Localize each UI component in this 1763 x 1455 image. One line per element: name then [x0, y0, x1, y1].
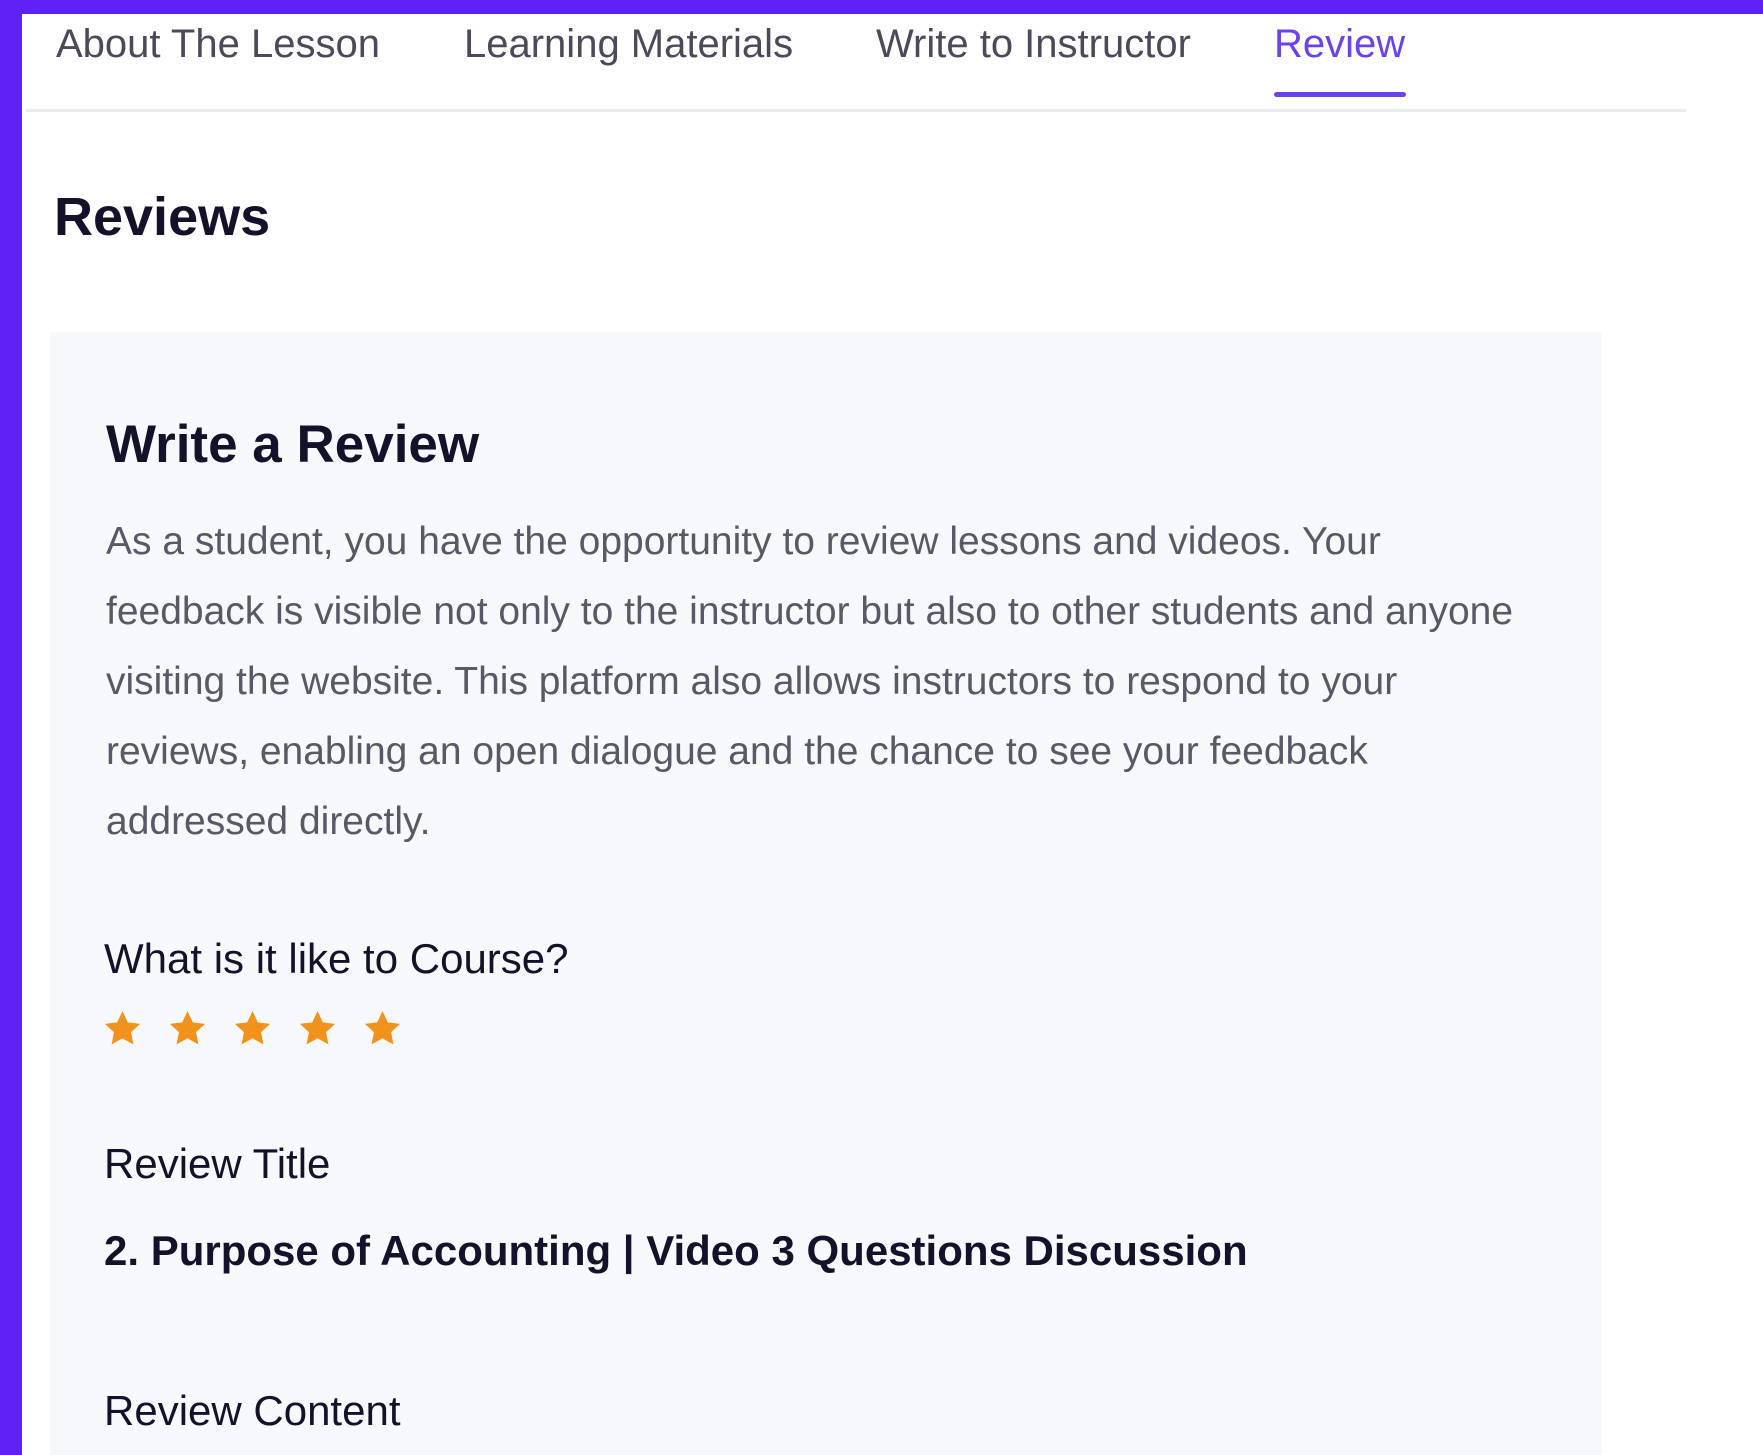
app-frame: About The Lesson Learning Materials Writ… [0, 0, 1763, 1455]
tab-review[interactable]: Review [1274, 22, 1405, 67]
star-icon[interactable] [102, 1008, 143, 1049]
tab-write-to-instructor[interactable]: Write to Instructor [876, 22, 1191, 67]
star-icon[interactable] [362, 1008, 403, 1049]
star-icon[interactable] [232, 1008, 273, 1049]
lesson-tabs: About The Lesson Learning Materials Writ… [26, 14, 1686, 112]
review-title-value[interactable]: 2. Purpose of Accounting | Video 3 Quest… [104, 1227, 1248, 1275]
write-review-description: As a student, you have the opportunity t… [106, 520, 1514, 843]
star-icon[interactable] [167, 1008, 208, 1049]
window-border-top [0, 0, 1763, 14]
window-border-left [0, 0, 22, 1455]
write-review-card: Write a Review As a student, you have th… [50, 332, 1602, 1455]
review-content-label: Review Content [104, 1387, 401, 1434]
star-icon[interactable] [297, 1008, 338, 1049]
rating-question: What is it like to Course? [104, 935, 569, 982]
tab-learning-materials[interactable]: Learning Materials [464, 22, 793, 67]
star-rating[interactable] [102, 1008, 403, 1054]
tab-about-the-lesson[interactable]: About The Lesson [56, 22, 380, 67]
review-title-label: Review Title [104, 1140, 331, 1187]
page-title: Reviews [54, 187, 271, 247]
write-review-title: Write a Review [106, 415, 480, 474]
active-tab-indicator [1274, 92, 1406, 97]
